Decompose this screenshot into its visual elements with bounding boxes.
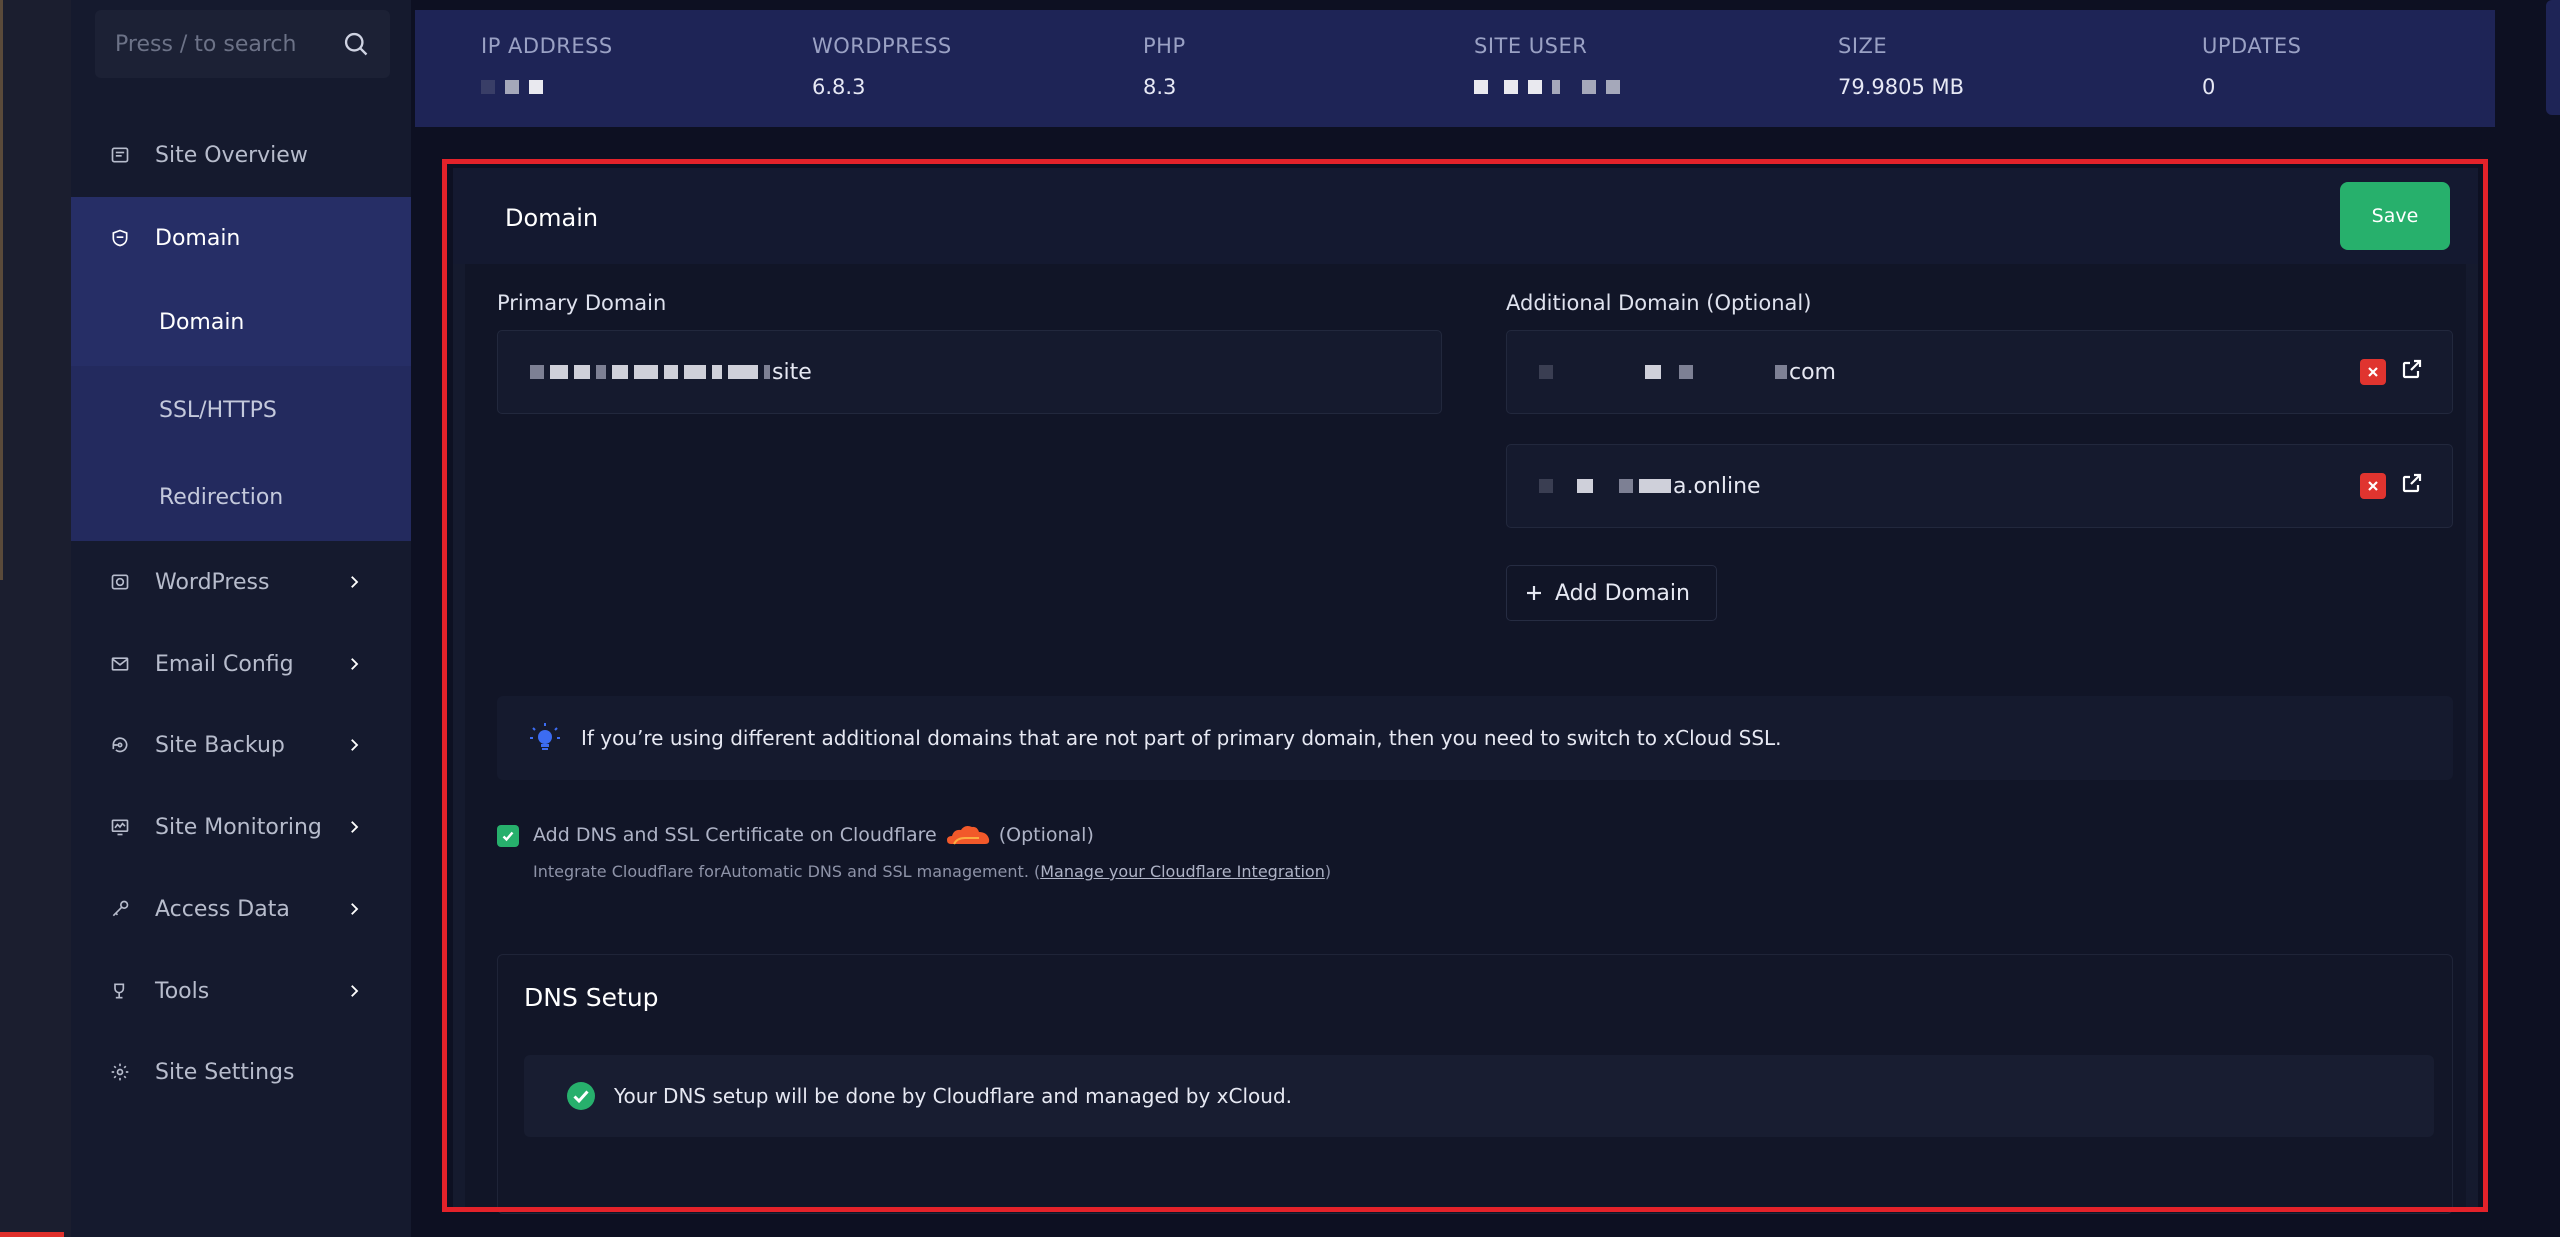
nav-wordpress[interactable]: WordPress [71,541,411,623]
nav-label: Domain [155,225,241,251]
ip-value-redacted [481,74,613,100]
mail-icon [111,657,129,671]
info-value: 0 [2202,75,2216,99]
nav-site-monitoring[interactable]: Site Monitoring [71,786,411,868]
search-box[interactable]: Press / to search [95,10,390,78]
nav-domain[interactable]: Domain [71,197,411,279]
left-edge-strip [0,0,71,1237]
gear-icon [111,1063,129,1081]
chevron-right-icon [351,658,359,670]
nav-label: Access Data [155,896,290,922]
info-label: IP ADDRESS [481,34,613,58]
tools-icon [114,983,125,999]
domain-submenu: Domain SSL/HTTPS Redirection [71,279,411,541]
info-ip: IP ADDRESS [481,34,613,100]
info-label: UPDATES [2202,34,2302,58]
nav-site-settings[interactable]: Site Settings [71,1031,411,1113]
submenu-item-ssl-https[interactable]: SSL/HTTPS [71,367,411,454]
nav-tools[interactable]: Tools [71,950,411,1032]
nav-label: Tools [155,978,210,1004]
search-icon[interactable] [342,30,370,58]
submenu-label: SSL/HTTPS [159,398,277,423]
info-value: 6.8.3 [812,75,866,99]
info-label: SIZE [1838,34,1888,58]
highlight-frame [442,159,2488,1212]
submenu-label: Domain [159,310,245,335]
sidebar: Press / to search Site Overview Domain D… [71,0,411,1237]
nav-site-overview[interactable]: Site Overview [71,114,411,196]
window-edge [0,0,3,580]
search-input[interactable]: Press / to search [115,32,342,57]
info-label: WORDPRESS [812,34,952,58]
nav-access-data[interactable]: Access Data [71,868,411,950]
chevron-right-icon [351,821,359,833]
info-wordpress: WORDPRESS 6.8.3 [812,34,952,100]
site-info-bar: IP ADDRESS WORDPRESS 6.8.3 PHP 8.3 SITE … [415,10,2495,127]
red-marker [0,1232,64,1237]
site-overview-icon [111,147,129,163]
monitor-icon [111,819,129,836]
nav-label: Site Settings [155,1059,295,1085]
chevron-right-icon [351,985,359,997]
info-label: PHP [1143,34,1186,58]
chevron-right-icon [351,576,359,588]
site-user-value-redacted [1474,74,1620,100]
nav-site-backup[interactable]: Site Backup [71,704,411,786]
key-icon [112,900,129,917]
info-php: PHP 8.3 [1143,34,1186,100]
submenu-item-domain[interactable]: Domain [71,279,411,366]
nav-label: Site Backup [155,732,285,758]
info-updates: UPDATES 0 [2202,34,2302,100]
info-site-user: SITE USER [1474,34,1620,100]
nav-label: Email Config [155,651,294,677]
info-value: 79.9805 MB [1838,75,1965,99]
info-value: 8.3 [1143,75,1177,99]
submenu-label: Redirection [159,485,284,510]
scrollbar-thumb[interactable] [2546,0,2560,115]
info-size: SIZE 79.9805 MB [1838,34,1964,100]
nav-label: Site Monitoring [155,814,322,840]
backup-icon [112,737,128,753]
chevron-right-icon [351,739,359,751]
nav-email-config[interactable]: Email Config [71,623,411,705]
nav-label: Site Overview [155,142,308,168]
nav-label: WordPress [155,569,270,595]
wordpress-icon [111,574,129,590]
shield-icon [112,229,128,247]
info-label: SITE USER [1474,34,1588,58]
submenu-item-redirection[interactable]: Redirection [71,454,411,541]
chevron-right-icon [351,903,359,915]
